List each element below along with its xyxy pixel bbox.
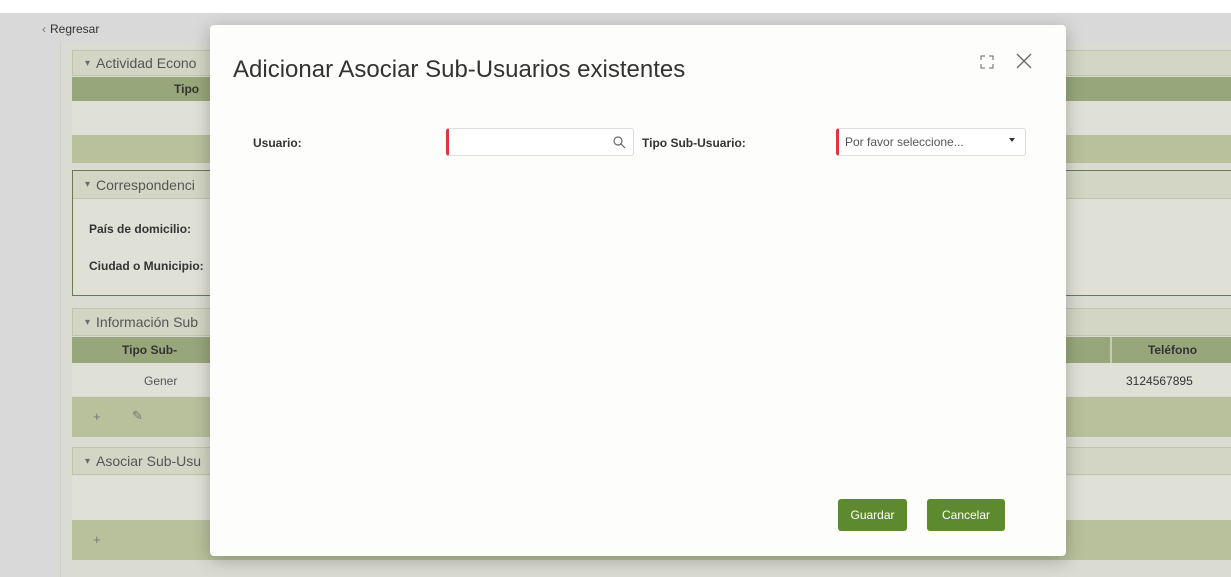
add-subusers-modal: Adicionar Asociar Sub-Usuarios existente… [210,25,1066,556]
add-icon[interactable]: + [93,532,101,547]
chevron-down-icon: ▾ [85,316,91,328]
tipo-subusuario-label: Tipo Sub-Usuario: [642,136,746,150]
tipo-subusuario-select[interactable]: Por favor seleccione... [836,128,1026,156]
save-button[interactable]: Guardar [838,499,907,531]
section-asociar-title: Asociar Sub-Usu [96,453,202,469]
chevron-down-icon: ▾ [85,57,91,69]
chevron-down-icon: ▾ [85,455,91,467]
informacion-col-tipo: Tipo Sub- [122,343,178,357]
pais-label: País de domicilio: [89,222,192,236]
informacion-row-tipo: Gener [144,374,178,388]
close-icon[interactable] [1015,52,1033,70]
back-link[interactable]: ‹ Regresar [42,22,99,36]
cancel-button[interactable]: Cancelar [927,499,1005,531]
maximize-icon[interactable] [980,55,994,69]
caret-down-icon [1009,138,1015,142]
section-actividad-title: Actividad Econo [96,55,197,71]
informacion-col-telefono: Teléfono [1110,337,1231,363]
usuario-label: Usuario: [253,136,302,150]
section-correspondencia-title: Correspondenci [96,176,195,193]
informacion-row-telefono: 3124567895 [1126,374,1193,388]
chevron-left-icon: ‹ [42,22,46,36]
section-informacion-title: Información Sub [96,314,198,330]
usuario-input[interactable] [453,129,607,155]
ciudad-label: Ciudad o Municipio: [89,259,204,273]
back-link-label: Regresar [50,22,100,36]
actividad-col-tipo: Tipo [174,82,200,96]
tipo-subusuario-placeholder: Por favor seleccione... [845,135,964,149]
search-icon[interactable] [612,135,626,149]
chevron-down-icon: ▾ [85,179,91,190]
modal-title: Adicionar Asociar Sub-Usuarios existente… [233,56,686,83]
edit-icon[interactable]: ✎ [132,408,143,424]
usuario-field[interactable] [446,128,634,156]
top-strip [0,0,1231,13]
add-icon[interactable]: + [93,409,101,424]
